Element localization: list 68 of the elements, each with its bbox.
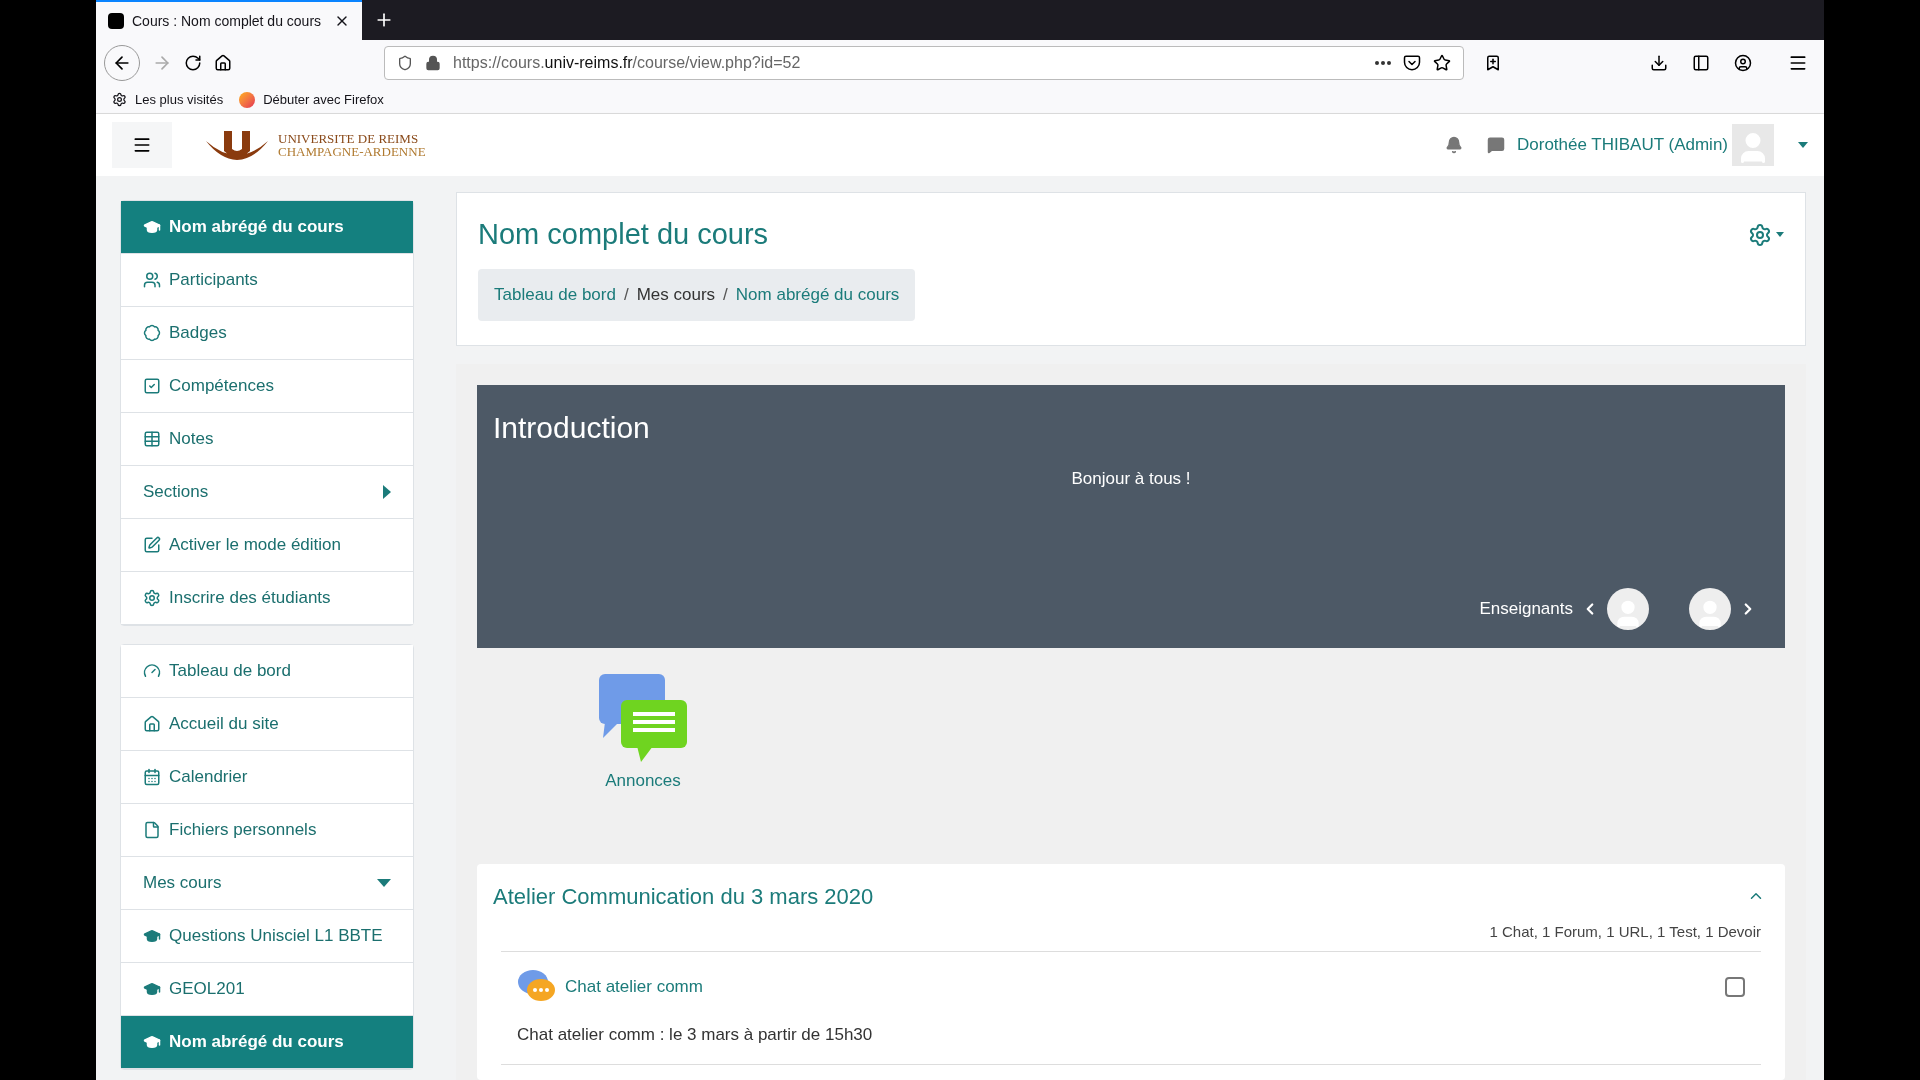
bookmarks-icon[interactable] xyxy=(1484,54,1502,72)
user-name[interactable]: Dorothée THIBAUT (Admin) xyxy=(1517,132,1728,158)
sidebar-item-icon xyxy=(143,536,161,554)
avatar-icon xyxy=(1607,588,1649,630)
reload-icon[interactable] xyxy=(184,54,202,72)
shield-icon xyxy=(397,55,413,71)
sidebar-item-icon xyxy=(143,271,161,289)
sidebar-item-icon xyxy=(143,980,161,998)
sidebar-item-icon xyxy=(143,324,161,342)
caret-down-icon[interactable] xyxy=(1798,142,1808,148)
section-summary: 1 Chat, 1 Forum, 1 URL, 1 Test, 1 Devoir xyxy=(1489,921,1762,942)
sidebar-item[interactable]: Nom abrégé du cours xyxy=(121,1016,413,1069)
bookmark-item[interactable]: Les plus visités xyxy=(112,89,224,110)
sidebar-item-icon xyxy=(143,1033,161,1051)
sidebar-item-icon xyxy=(143,821,161,839)
page-title: Nom complet du cours xyxy=(478,217,770,252)
home-icon[interactable] xyxy=(214,54,232,72)
sidebar-icon[interactable] xyxy=(1692,54,1710,72)
notifications-icon[interactable] xyxy=(1445,136,1463,154)
gear-icon xyxy=(112,92,127,107)
sidebar-item-icon xyxy=(143,927,161,945)
sidebar-item[interactable]: Tableau de bord xyxy=(121,645,413,698)
menu-icon xyxy=(132,135,152,155)
section-title: Atelier Communication du 3 mars 2020 xyxy=(493,882,875,911)
account-icon[interactable] xyxy=(1734,54,1752,72)
teachers-label: Enseignants xyxy=(1479,598,1573,621)
download-icon[interactable] xyxy=(1650,54,1668,72)
bookmark-item[interactable]: Débuter avec Firefox xyxy=(239,89,384,110)
breadcrumb-separator: / xyxy=(723,283,728,306)
completion-checkbox[interactable] xyxy=(1725,977,1745,997)
more-icon xyxy=(1375,61,1391,65)
site-favicon-icon xyxy=(108,13,124,29)
settings-icon[interactable] xyxy=(1748,222,1772,247)
pocket-icon xyxy=(1403,54,1421,72)
breadcrumb-item[interactable]: Nom abrégé du cours xyxy=(735,281,900,308)
globe-icon xyxy=(239,91,256,108)
lock-icon xyxy=(425,55,441,71)
url-text: https://cours.univ-reims.fr/course/view.php?id=52 xyxy=(453,53,802,73)
avatar-icon xyxy=(1689,588,1731,630)
caret-down-icon xyxy=(1776,232,1784,238)
sidebar-item[interactable]: Nom abrégé du cours xyxy=(121,201,413,254)
browser-tab[interactable]: Cours : Nom complet du cours xyxy=(96,0,362,40)
caret-right-icon xyxy=(383,485,391,499)
sidebar-item-icon xyxy=(143,715,161,733)
star-icon xyxy=(1433,54,1451,72)
breadcrumb-item[interactable]: Tableau de bord xyxy=(494,281,616,308)
breadcrumb-item: Mes cours xyxy=(636,283,716,306)
logo-line: UNIVERSITE DE REIMS xyxy=(278,132,420,145)
activity-description: Chat atelier comm : le 3 mars à partir de 15h30 xyxy=(517,1024,874,1046)
messages-icon[interactable] xyxy=(1487,136,1505,154)
activity-link[interactable]: Chat atelier comm xyxy=(565,974,1717,1000)
sidebar-item-icon xyxy=(143,768,161,786)
address-bar[interactable]: https://cours.univ-reims.fr/course/view.php?id=52 xyxy=(384,46,1464,80)
sidebar-item-icon xyxy=(143,589,161,607)
breadcrumb-separator: / xyxy=(623,283,629,306)
caret-down-icon xyxy=(377,879,391,887)
speech-bubbles-icon xyxy=(597,672,689,764)
logo-line: CHAMPAGNE-ARDENNE xyxy=(278,145,426,158)
menu-button[interactable] xyxy=(112,122,172,168)
sidebar-item-icon xyxy=(143,662,161,680)
intro-title: Introduction xyxy=(493,410,651,446)
sidebar-item-icon xyxy=(143,377,161,395)
intro-message: Bonjour à tous ! xyxy=(1071,468,1191,490)
announcements-link[interactable]: Annonces xyxy=(597,672,689,794)
sidebar-item-icon xyxy=(143,430,161,448)
sidebar-item-icon xyxy=(143,218,161,236)
logo-emblem-icon xyxy=(204,129,270,161)
menu-icon[interactable] xyxy=(1788,53,1808,73)
